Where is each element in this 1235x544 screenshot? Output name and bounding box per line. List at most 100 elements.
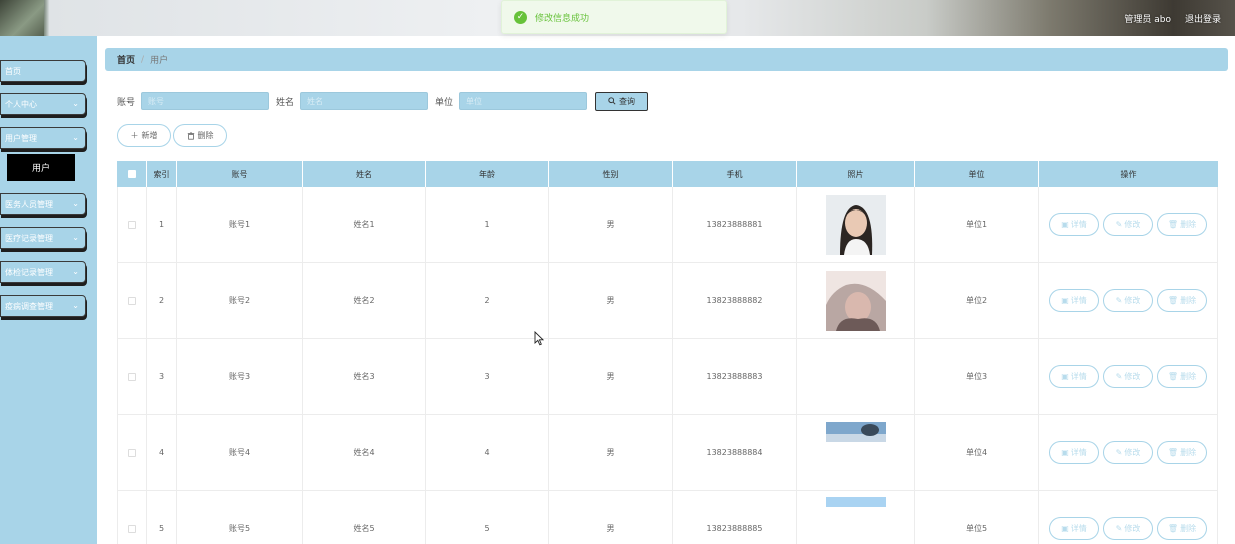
trash-icon: 🗑 (1167, 296, 1179, 305)
header-phone: 手机 (673, 161, 797, 187)
sidebar-item-checkup-records[interactable]: 体检记录管理 ⌄ (0, 261, 86, 283)
sidebar-item-label: 疫病调查管理 (5, 301, 53, 311)
sidebar-item-user-mgmt[interactable]: 用户管理 ⌄ (0, 127, 86, 149)
detail-button[interactable]: ▣ 详情 (1049, 289, 1099, 312)
table-row: 4 账号4 姓名4 4 男 13823888884 单位4 ▣ 详情 ✎ 修改 🗑 删… (117, 415, 1218, 491)
delete-label: 删除 (1180, 524, 1197, 533)
delete-label: 删除 (1180, 372, 1197, 381)
search-button[interactable]: 查询 (595, 91, 649, 111)
row-checkbox-cell (117, 339, 147, 414)
cell-gender: 男 (549, 263, 673, 338)
edit-icon: ✎ (1115, 448, 1123, 457)
cell-unit: 单位4 (915, 415, 1039, 490)
chevron-down-icon: ⌄ (72, 233, 79, 242)
delete-label: 删除 (1180, 448, 1197, 457)
cell-name: 姓名1 (303, 187, 426, 262)
sidebar-item-label: 医务人员管理 (5, 199, 53, 209)
row-checkbox[interactable] (128, 372, 136, 381)
edit-label: 修改 (1124, 220, 1141, 229)
add-button-label: 新增 (141, 131, 158, 140)
header-checkbox-cell (117, 161, 147, 187)
cell-index: 2 (147, 263, 177, 338)
row-checkbox-cell (117, 491, 147, 544)
cell-unit: 单位1 (915, 187, 1039, 262)
logout-link[interactable]: 退出登录 (1185, 12, 1221, 25)
sidebar-item-label: 用户 (31, 164, 50, 174)
cell-age: 2 (426, 263, 549, 338)
edit-button[interactable]: ✎ 修改 (1103, 365, 1153, 388)
cell-phone: 13823888885 (673, 491, 797, 544)
name-label: 姓名 (276, 97, 295, 108)
success-toast: ✓ 修改信息成功 (501, 0, 727, 34)
unit-label: 单位 (435, 97, 454, 108)
detail-button[interactable]: ▣ 详情 (1049, 213, 1099, 236)
cell-age: 4 (426, 415, 549, 490)
detail-button[interactable]: ▣ 详情 (1049, 517, 1099, 540)
table-row: 1 账号1 姓名1 1 男 13823888881 单位1 ▣ 详情 ✎ 修改 🗑 删… (117, 187, 1218, 263)
sidebar-item-epidemic-survey[interactable]: 疫病调查管理 ⌄ (0, 295, 86, 317)
header-image (0, 0, 44, 36)
select-all-checkbox[interactable] (127, 170, 136, 178)
row-checkbox[interactable] (128, 524, 136, 533)
add-button[interactable]: ＋ 新增 (117, 124, 171, 147)
edit-button[interactable]: ✎ 修改 (1103, 517, 1153, 540)
cell-photo (797, 339, 915, 414)
cell-actions: ▣ 详情 ✎ 修改 🗑 删除 (1039, 263, 1218, 338)
detail-button[interactable]: ▣ 详情 (1049, 365, 1099, 388)
trash-icon: 🗑 (1167, 220, 1179, 229)
sidebar-item-medical-records[interactable]: 医疗记录管理 ⌄ (0, 227, 86, 249)
sidebar-item-home[interactable]: 首页 (0, 60, 86, 82)
delete-label: 删除 (1180, 220, 1197, 229)
row-checkbox-cell (117, 187, 147, 262)
header-gender: 性别 (549, 161, 673, 187)
cell-name: 姓名3 (303, 339, 426, 414)
edit-button[interactable]: ✎ 修改 (1103, 213, 1153, 236)
mouse-cursor-icon (534, 331, 544, 346)
action-bar: ＋ 新增 删除 (117, 124, 227, 147)
row-checkbox[interactable] (128, 448, 136, 457)
delete-button[interactable]: 🗑 删除 (1157, 365, 1207, 388)
detail-button[interactable]: ▣ 详情 (1049, 441, 1099, 464)
trash-icon (187, 131, 194, 140)
delete-button[interactable]: 🗑 删除 (1157, 213, 1207, 236)
delete-button[interactable]: 🗑 删除 (1157, 289, 1207, 312)
batch-delete-button[interactable]: 删除 (173, 124, 227, 147)
delete-button[interactable]: 🗑 删除 (1157, 441, 1207, 464)
edit-icon: ✎ (1115, 296, 1123, 305)
name-input[interactable] (300, 92, 429, 110)
cell-photo (797, 415, 915, 490)
sidebar-subitem-user[interactable]: 用户 (7, 154, 75, 181)
cell-gender: 男 (549, 339, 673, 414)
row-checkbox[interactable] (128, 296, 136, 305)
edit-button[interactable]: ✎ 修改 (1103, 441, 1153, 464)
cell-index: 5 (147, 491, 177, 544)
breadcrumb: 首页 / 用户 (105, 48, 1228, 71)
sidebar-item-label: 个人中心 (5, 99, 37, 109)
breadcrumb-home[interactable]: 首页 (117, 53, 135, 66)
sidebar-item-personal[interactable]: 个人中心 ⌄ (0, 93, 86, 115)
account-input[interactable] (141, 92, 270, 110)
chevron-down-icon: ⌄ (72, 99, 79, 108)
breadcrumb-current: 用户 (150, 56, 169, 66)
cell-index: 3 (147, 339, 177, 414)
cell-account: 账号1 (177, 187, 303, 262)
header-account: 账号 (177, 161, 303, 187)
detail-icon: ▣ (1061, 220, 1069, 229)
row-checkbox-cell (117, 263, 147, 338)
row-checkbox[interactable] (128, 220, 136, 229)
cell-photo (797, 491, 915, 544)
cell-account: 账号4 (177, 415, 303, 490)
user-table: 索引 账号 姓名 年龄 性别 手机 照片 单位 操作 1 账号1 姓名1 1 男… (117, 161, 1218, 544)
delete-button[interactable]: 🗑 删除 (1157, 517, 1207, 540)
header-unit: 单位 (915, 161, 1039, 187)
check-circle-icon: ✓ (514, 10, 527, 24)
cell-phone: 13823888881 (673, 187, 797, 262)
cell-name: 姓名4 (303, 415, 426, 490)
account-label: 账号 (117, 97, 136, 108)
unit-input[interactable] (459, 92, 588, 110)
sidebar-item-medical-staff[interactable]: 医务人员管理 ⌄ (0, 193, 86, 215)
edit-button[interactable]: ✎ 修改 (1103, 289, 1153, 312)
search-bar: 账号 姓名 单位 查询 (117, 91, 649, 111)
table-row: 3 账号3 姓名3 3 男 13823888883 单位3 ▣ 详情 ✎ 修改 🗑 删… (117, 339, 1218, 415)
detail-label: 详情 (1070, 448, 1087, 457)
